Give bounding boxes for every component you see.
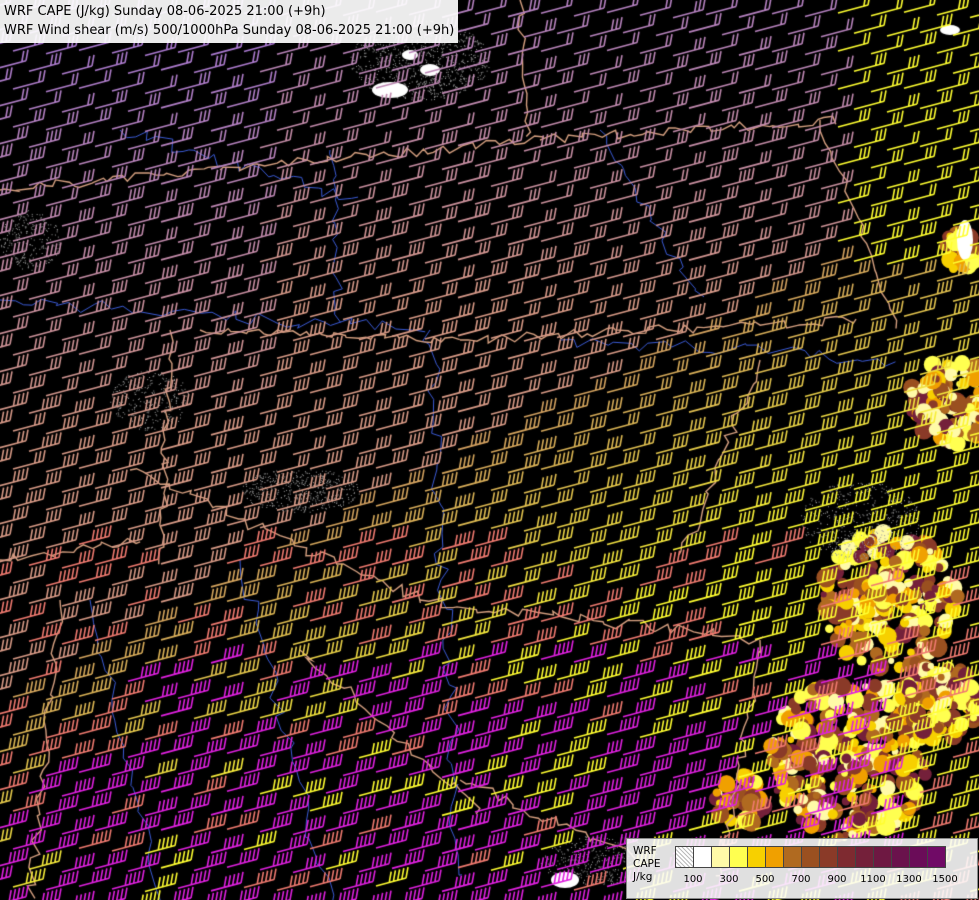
legend-swatch	[855, 846, 874, 868]
legend-swatch	[765, 846, 784, 868]
legend-tick: 300	[719, 874, 739, 885]
legend-tick: 1500	[932, 874, 958, 885]
legend-caption-field: CAPE	[633, 858, 661, 870]
legend-caption-unit: J/kg	[633, 871, 653, 883]
legend-swatch	[747, 846, 766, 868]
legend-tick: 100	[683, 874, 703, 885]
legend-tick: 1100	[860, 874, 886, 885]
map-title-wind-shear: WRF Wind shear (m/s) 500/1000hPa Sunday …	[4, 23, 455, 38]
legend-swatch	[693, 846, 712, 868]
legend-tick: 1300	[896, 874, 922, 885]
legend-tick: 900	[827, 874, 847, 885]
legend-swatch	[909, 846, 928, 868]
legend-swatch	[927, 846, 946, 868]
legend-swatch	[801, 846, 820, 868]
legend-swatch	[891, 846, 910, 868]
legend-swatch	[711, 846, 730, 868]
legend-caption-model: WRF	[633, 845, 657, 857]
legend-swatch	[729, 846, 748, 868]
legend-swatch	[783, 846, 802, 868]
legend-swatch	[837, 846, 856, 868]
map-title-box: WRF CAPE (J/kg) Sunday 08-06-2025 21:00 …	[0, 0, 459, 43]
legend-swatch	[819, 846, 838, 868]
cape-legend: WRF CAPE J/kg 100 300 500 700 900 1100 1300 150…	[626, 838, 978, 899]
legend-tick-labels: 100 300 500 700 900 1100 1300 1500	[675, 874, 975, 888]
map-title-cape: WRF CAPE (J/kg) Sunday 08-06-2025 21:00 …	[4, 4, 326, 19]
weather-map-canvas	[0, 0, 979, 900]
legend-caption: WRF CAPE J/kg	[633, 845, 660, 884]
legend-swatch	[873, 846, 892, 868]
legend-tick: 700	[791, 874, 811, 885]
legend-color-scale	[675, 846, 946, 868]
legend-swatch	[675, 846, 694, 868]
legend-tick: 500	[755, 874, 775, 885]
